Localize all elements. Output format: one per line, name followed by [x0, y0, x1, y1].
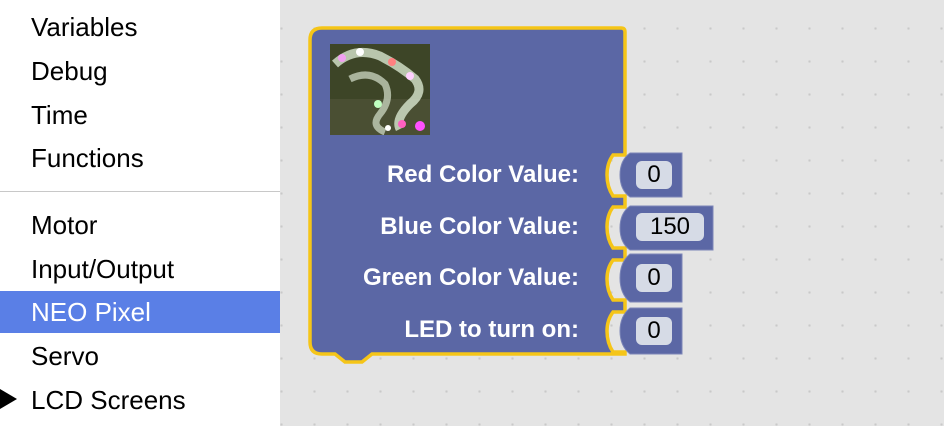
blue-value-field[interactable]: 150: [636, 213, 704, 241]
green-value-field[interactable]: 0: [636, 264, 672, 292]
green-color-label: Green Color Value:: [362, 264, 579, 291]
led-value-field[interactable]: 0: [636, 317, 672, 345]
red-color-label: Red Color Value:: [386, 161, 579, 188]
red-value-field[interactable]: 0: [636, 161, 672, 189]
neopixel-strip-image: [330, 44, 430, 135]
led-to-turn-on-label: LED to turn on:: [404, 316, 579, 343]
blue-color-label: Blue Color Value:: [380, 213, 579, 240]
